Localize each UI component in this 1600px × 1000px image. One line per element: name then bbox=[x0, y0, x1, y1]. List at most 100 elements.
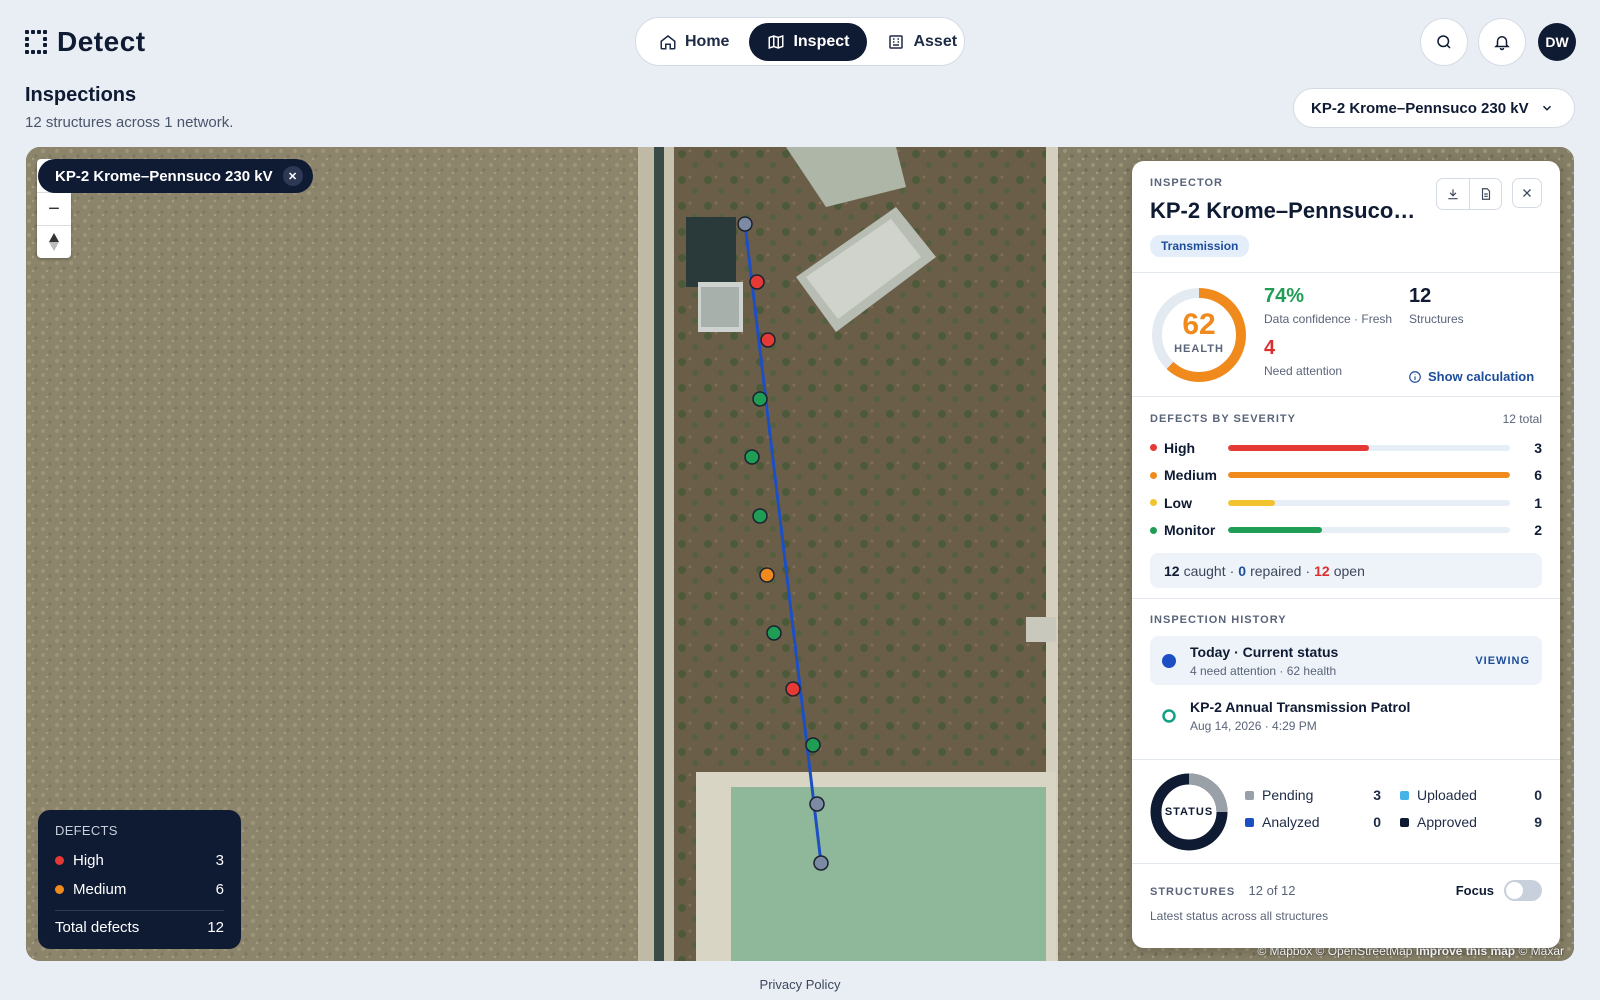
chevron-down-icon bbox=[1542, 105, 1552, 111]
severity-bar-fill bbox=[1228, 527, 1322, 534]
history-title: INSPECTION HISTORY bbox=[1150, 614, 1287, 626]
network-select[interactable]: KP-2 Krome–Pennsuco 230 kV bbox=[1293, 88, 1575, 128]
legend-count: 6 bbox=[215, 881, 224, 898]
severity-bar-fill bbox=[1228, 444, 1369, 451]
open-count: 12 bbox=[1314, 562, 1330, 579]
severity-title: DEFECTS BY SEVERITY bbox=[1150, 413, 1296, 425]
legend-total-label: Total defects bbox=[55, 919, 140, 936]
approved-swatch-icon bbox=[1400, 817, 1409, 827]
download-icon bbox=[1448, 189, 1458, 200]
structure-marker[interactable] bbox=[760, 332, 776, 348]
document-icon bbox=[1481, 188, 1490, 200]
download-button[interactable] bbox=[1437, 179, 1469, 209]
nav-home-label: Home bbox=[685, 32, 730, 50]
severity-total: 12 total bbox=[1502, 412, 1542, 426]
severity-label: High bbox=[1164, 439, 1196, 456]
history-item-sub: 4 need attention · 62 health bbox=[1190, 663, 1337, 678]
open-label: open bbox=[1333, 562, 1365, 579]
chip-close-icon[interactable]: ✕ bbox=[282, 166, 303, 186]
structure-marker[interactable] bbox=[744, 449, 760, 465]
structure-marker[interactable] bbox=[752, 391, 768, 407]
status-pending: Pending 3 bbox=[1245, 787, 1381, 803]
structure-marker[interactable] bbox=[809, 796, 825, 812]
status-item-count: 0 bbox=[1534, 787, 1542, 803]
attention-label: Need attention bbox=[1264, 364, 1343, 378]
structure-marker[interactable] bbox=[737, 216, 753, 232]
nav-inspect[interactable]: Inspect bbox=[749, 22, 868, 61]
status-item-label: Pending bbox=[1262, 787, 1314, 803]
attention-value: 4 bbox=[1264, 337, 1276, 359]
zoom-out-button[interactable]: − bbox=[37, 192, 71, 225]
severity-count: 6 bbox=[1534, 467, 1542, 484]
severity-bar bbox=[1228, 499, 1510, 506]
health-summary: 62 HEALTH 74% Data confidence · Fresh 12… bbox=[1132, 273, 1560, 397]
status-item-count: 0 bbox=[1373, 814, 1381, 830]
search-icon bbox=[1437, 35, 1451, 49]
close-icon bbox=[1523, 189, 1531, 197]
status-analyzed: Analyzed 0 bbox=[1245, 814, 1381, 830]
structures-section: STRUCTURES 12 of 12 Focus Latest status … bbox=[1132, 864, 1560, 923]
history-item-title: KP-2 Annual Transmission Patrol bbox=[1190, 698, 1411, 715]
viewing-badge: VIEWING bbox=[1475, 654, 1530, 667]
structure-marker[interactable] bbox=[766, 625, 782, 641]
close-panel-button[interactable] bbox=[1512, 178, 1542, 208]
structures-label: Structures bbox=[1409, 312, 1464, 326]
legend-row-medium: Medium 6 bbox=[55, 875, 224, 904]
severity-count: 3 bbox=[1534, 439, 1542, 456]
compass-button[interactable] bbox=[37, 225, 71, 258]
show-calculation-link[interactable]: Show calculation bbox=[1408, 369, 1534, 384]
network-type-badge: Transmission bbox=[1150, 235, 1250, 257]
severity-row-low: Low 1 bbox=[1150, 489, 1542, 517]
report-button[interactable] bbox=[1469, 179, 1501, 209]
status-approved: Approved 9 bbox=[1400, 814, 1542, 830]
inspector-panel: INSPECTOR KP-2 Krome–Pennsuco 23... Tran… bbox=[1132, 161, 1560, 948]
severity-dot-icon bbox=[1150, 499, 1157, 507]
severity-label: Low bbox=[1164, 494, 1192, 511]
page-subtitle: 12 structures across 1 network. bbox=[25, 114, 234, 131]
nav-home[interactable]: Home bbox=[641, 23, 747, 61]
severity-name: Monitor bbox=[1150, 522, 1228, 538]
home-icon bbox=[660, 34, 676, 49]
severity-name: Low bbox=[1150, 495, 1228, 511]
history-item-current[interactable]: Today · Current status 4 need attention … bbox=[1150, 636, 1542, 685]
health-label: HEALTH bbox=[1174, 343, 1224, 355]
focus-label: Focus bbox=[1455, 883, 1494, 898]
structure-marker[interactable] bbox=[749, 274, 765, 290]
main-nav: Home Inspect Asset bbox=[635, 17, 965, 66]
app-logo[interactable]: Detect bbox=[25, 26, 146, 58]
repaired-label: repaired bbox=[1250, 562, 1302, 579]
bell-icon bbox=[1494, 36, 1510, 51]
repaired-count: 0 bbox=[1238, 562, 1247, 579]
network-select-value: KP-2 Krome–Pennsuco 230 kV bbox=[1311, 99, 1529, 117]
legend-total-value: 12 bbox=[207, 919, 224, 936]
severity-dot-icon bbox=[1150, 526, 1157, 534]
severity-count: 2 bbox=[1534, 522, 1542, 539]
analyzed-swatch-icon bbox=[1245, 817, 1254, 827]
structure-marker[interactable] bbox=[785, 681, 801, 697]
structures-subtitle: Latest status across all structures bbox=[1150, 909, 1329, 923]
status-label: STATUS bbox=[1164, 806, 1214, 818]
nav-asset[interactable]: Asset bbox=[869, 23, 975, 61]
structure-marker[interactable] bbox=[752, 508, 768, 524]
search-button[interactable] bbox=[1420, 18, 1468, 66]
health-value: 62 bbox=[1182, 308, 1216, 341]
status-uploaded: Uploaded 0 bbox=[1400, 787, 1542, 803]
focus-toggle[interactable] bbox=[1504, 880, 1542, 901]
structure-marker[interactable] bbox=[813, 855, 829, 871]
structure-marker[interactable] bbox=[805, 737, 821, 753]
notifications-button[interactable] bbox=[1478, 18, 1526, 66]
status-item-label: Analyzed bbox=[1262, 814, 1320, 830]
transmission-line[interactable] bbox=[743, 223, 823, 864]
user-avatar[interactable]: DW bbox=[1538, 23, 1576, 61]
severity-bar bbox=[1228, 444, 1510, 451]
inspector-header: INSPECTOR KP-2 Krome–Pennsuco 23... Tran… bbox=[1132, 161, 1560, 273]
history-item-patrol[interactable]: KP-2 Annual Transmission Patrol Aug 14, … bbox=[1150, 691, 1542, 740]
app-name: Detect bbox=[57, 26, 146, 57]
structure-marker[interactable] bbox=[759, 567, 775, 583]
severity-row-monitor: Monitor 2 bbox=[1150, 517, 1542, 545]
severity-name: Medium bbox=[1150, 467, 1228, 483]
network-filter-chip: KP-2 Krome–Pennsuco 230 kV ✕ bbox=[38, 159, 313, 193]
legend-total: Total defects 12 bbox=[55, 910, 224, 936]
privacy-policy-link[interactable]: Privacy Policy bbox=[0, 977, 1600, 992]
defect-summary: 12 caught · 0 repaired · 12 open bbox=[1150, 553, 1542, 588]
